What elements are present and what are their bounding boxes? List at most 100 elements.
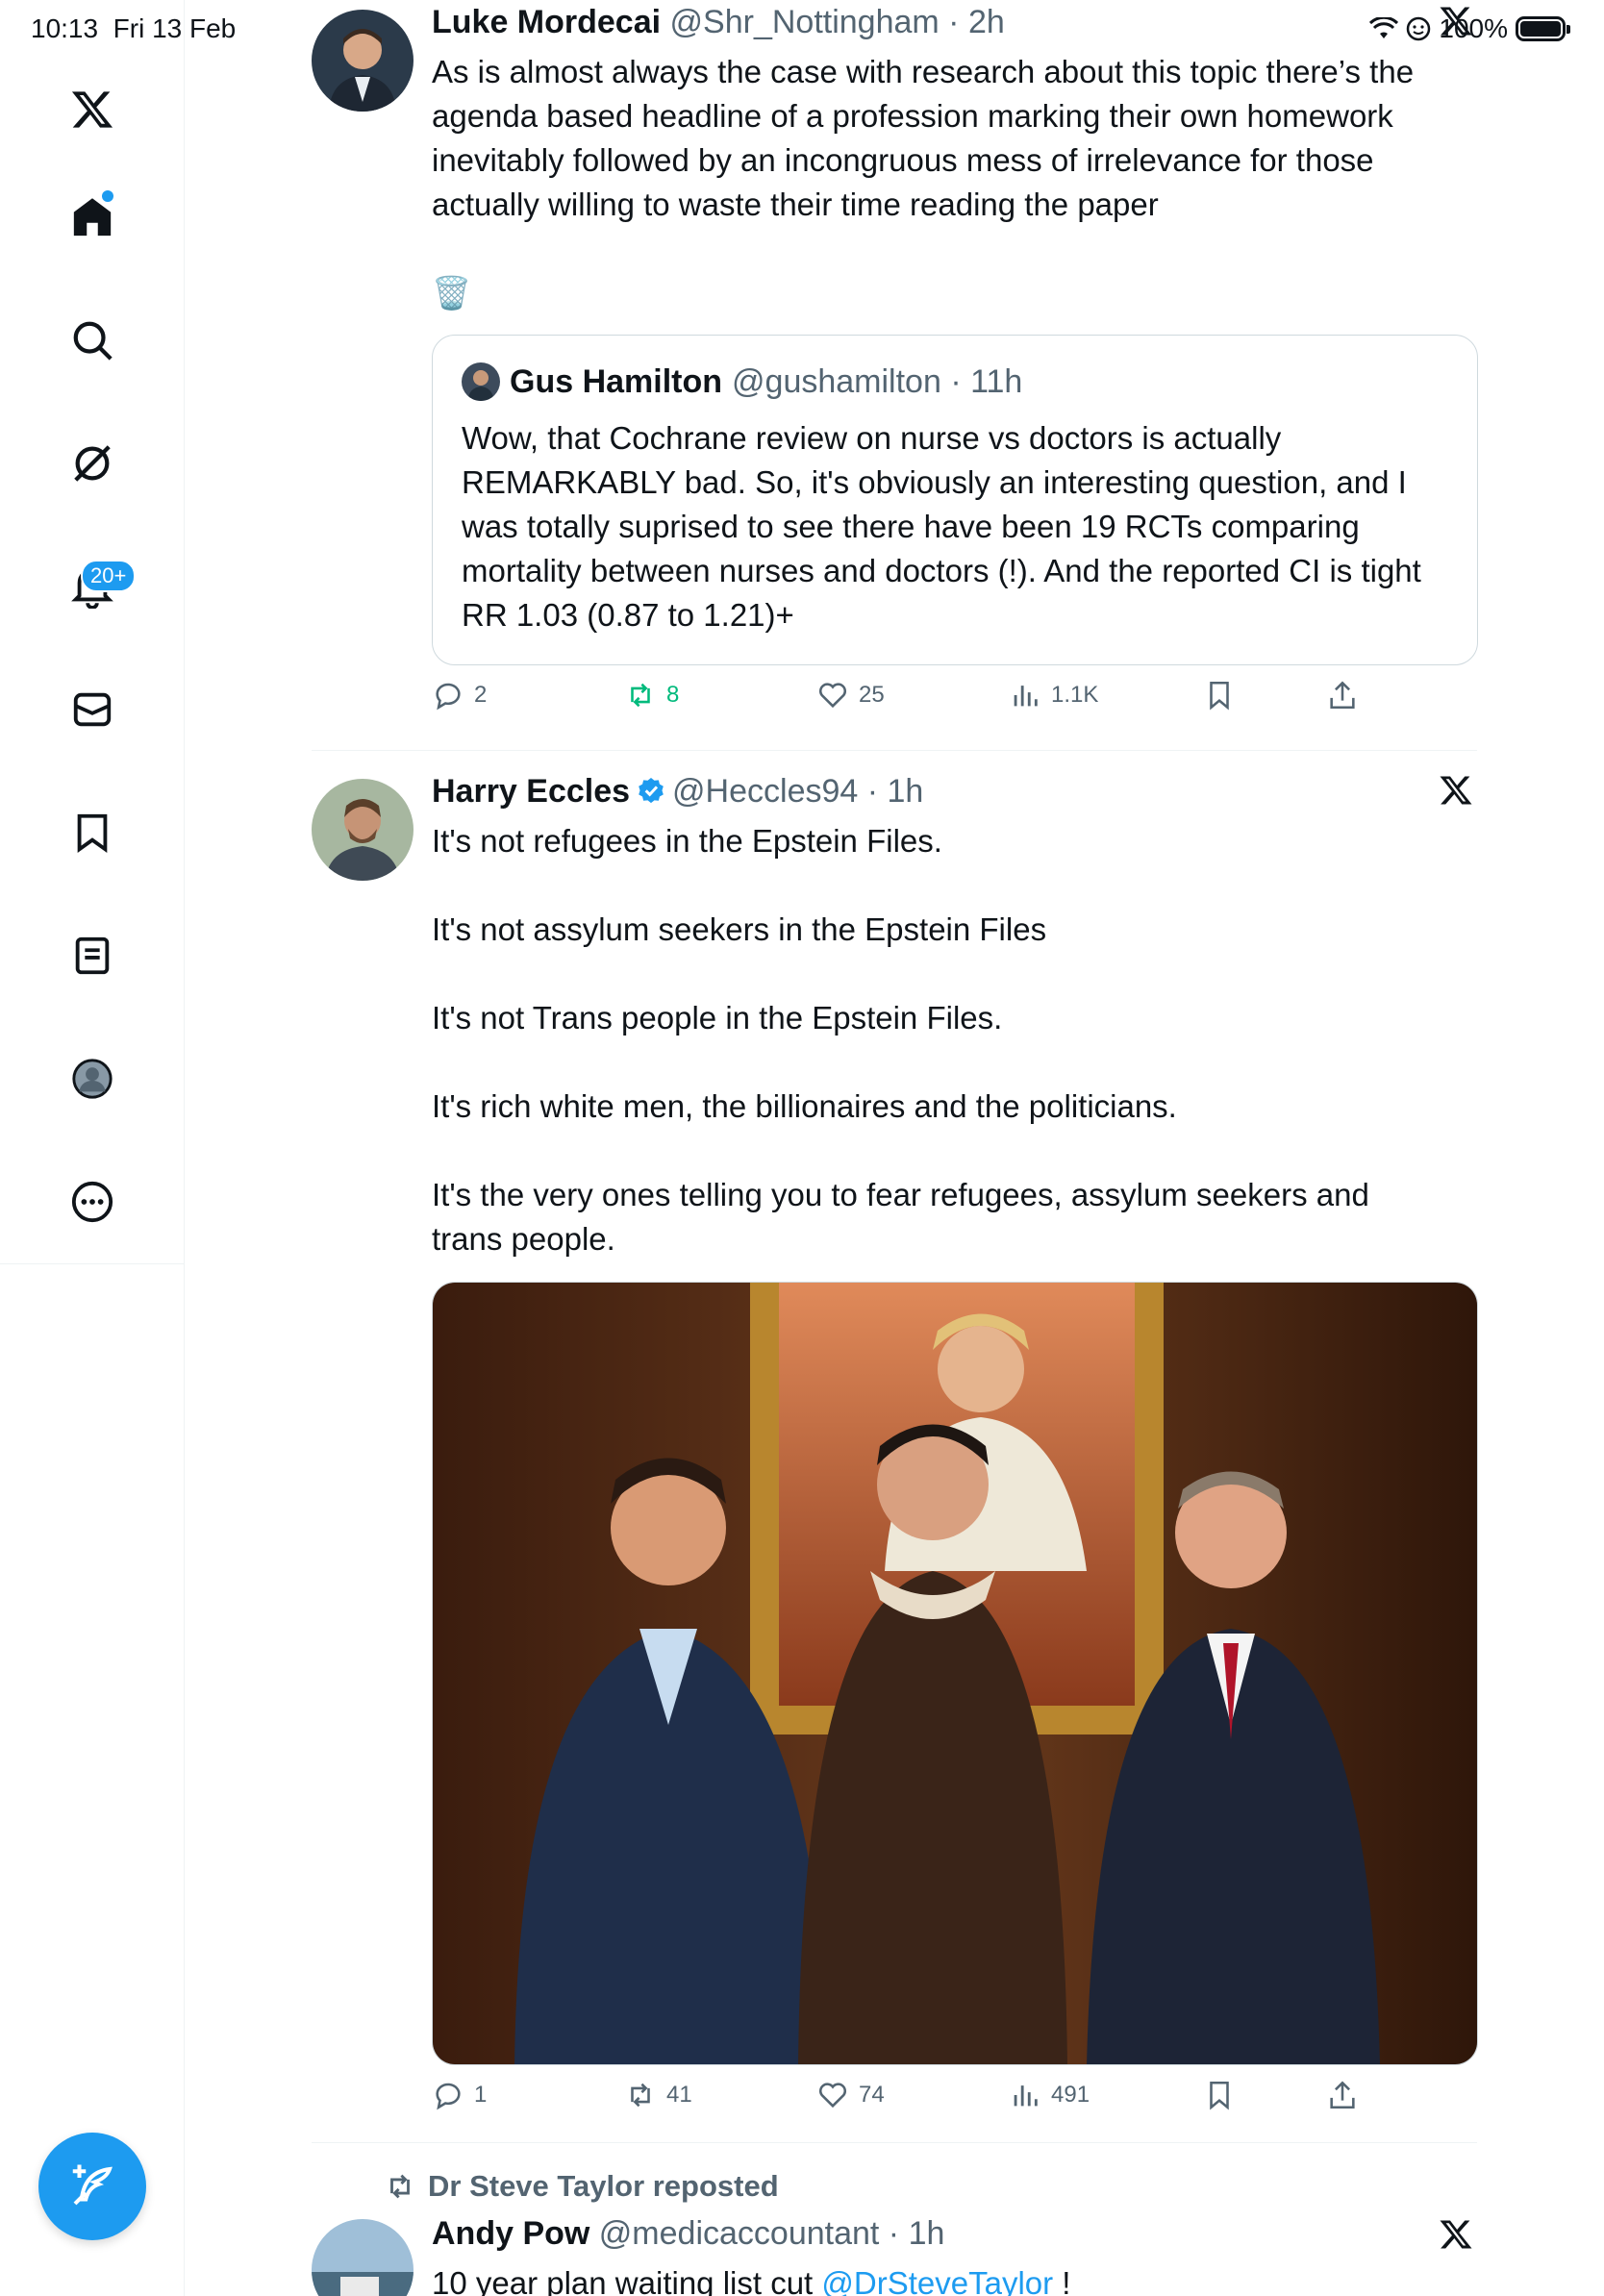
profile-icon	[72, 1059, 113, 1099]
repost-count: 8	[666, 682, 680, 708]
repost-icon	[631, 2083, 650, 2108]
tweet-text-start: 10 year plan waiting list cut	[432, 2265, 822, 2296]
sidebar-item-more[interactable]	[62, 1171, 123, 1233]
quote-text: Wow, that Cochrane review on nurse vs do…	[462, 420, 1421, 633]
compose-button[interactable]	[38, 2133, 146, 2240]
tweet-header: Luke Mordecai @Shr_Nottingham · 2h	[432, 4, 1005, 41]
tweet-header: Harry Eccles @Heccles94 · 1h	[432, 773, 923, 811]
quote-author-name: Gus Hamilton	[510, 362, 723, 400]
author-meta: @medicaccountant · 1h	[598, 2215, 945, 2252]
mention-link[interactable]: @DrSteveTaylor	[821, 2265, 1053, 2296]
tweet-paragraph: It's not assylum seekers in the Epstein …	[432, 911, 1047, 947]
sidebar-item-bookmarks[interactable]	[62, 802, 123, 863]
share-button[interactable]	[1326, 679, 1359, 711]
tweet-paragraph: As is almost always the case with resear…	[432, 54, 1415, 222]
sidebar-item-lists[interactable]	[62, 925, 123, 986]
author-meta: @Shr_Nottingham · 2h	[669, 4, 1005, 40]
reply-button[interactable]: 1	[432, 2079, 487, 2111]
author-meta: @Heccles94 · 1h	[672, 773, 924, 810]
sidebar-item-explore[interactable]	[62, 310, 123, 371]
tweet-text-end: !	[1053, 2265, 1071, 2296]
heart-icon	[818, 683, 847, 709]
views-icon	[1014, 686, 1038, 707]
more-icon	[71, 1181, 113, 1223]
grok-icon	[74, 445, 111, 482]
views-button[interactable]: 491	[1009, 2079, 1090, 2111]
tweet-paragraph: It's not refugees in the Epstein Files.	[432, 823, 942, 859]
reply-button[interactable]: 2	[432, 679, 487, 711]
heart-icon	[818, 2083, 847, 2109]
tweet-paragraph: It's not Trans people in the Epstein Fil…	[432, 1000, 1003, 1036]
wifi-icon	[1369, 17, 1399, 38]
sidebar-item-profile[interactable]	[62, 1048, 123, 1110]
verified-badge-icon	[639, 778, 664, 804]
tweet-actions: 1 41 74 491	[432, 2079, 1384, 2127]
reply-count: 2	[474, 682, 488, 708]
notifications-badge: 20+	[81, 560, 137, 592]
sidebar-item-messages[interactable]	[62, 679, 123, 740]
repost-button[interactable]: 8	[624, 679, 679, 711]
trash-emoji: 🗑️	[432, 275, 472, 311]
quote-header: Gus Hamilton @gushamilton · 11h	[462, 362, 1022, 401]
repost-icon	[631, 683, 650, 708]
share-icon	[1330, 2081, 1355, 2109]
like-count: 74	[859, 2082, 885, 2108]
tweet-paragraph: It's the very ones telling you to fear r…	[432, 1177, 1369, 1257]
tweet-text: It's not refugees in the Epstein Files. …	[432, 819, 1480, 1261]
avatar[interactable]	[312, 10, 414, 112]
quote-avatar	[462, 362, 500, 401]
tweet-divider	[312, 750, 1477, 751]
tweet-header: Andy Pow @medicaccountant · 1h	[432, 2215, 944, 2253]
sidebar: 20+	[0, 0, 185, 2296]
face-icon	[1407, 16, 1431, 41]
reply-icon	[436, 683, 461, 711]
grok-x-icon[interactable]	[1439, 2217, 1477, 2256]
repost-indicator: Dr Steve Taylor reposted	[384, 2169, 779, 2204]
quote-tweet[interactable]: Gus Hamilton @gushamilton · 11h Wow, tha…	[432, 335, 1478, 665]
like-count: 25	[859, 682, 885, 708]
home-unread-dot	[102, 190, 113, 202]
author-name[interactable]: Luke Mordecai	[432, 4, 661, 40]
quote-author-meta: @gushamilton · 11h	[732, 362, 1023, 400]
feather-plus-icon	[72, 2164, 113, 2206]
views-count: 491	[1051, 2082, 1090, 2108]
views-button[interactable]: 1.1K	[1009, 679, 1098, 711]
mail-icon	[73, 692, 112, 727]
tweet-text: 10 year plan waiting list cut @DrSteveTa…	[432, 2261, 1480, 2296]
sidebar-divider	[0, 1263, 185, 1264]
share-button[interactable]	[1326, 2079, 1359, 2111]
battery-icon	[1516, 16, 1570, 41]
avatar[interactable]	[312, 2219, 414, 2296]
views-count: 1.1K	[1051, 682, 1099, 708]
views-icon	[1014, 2085, 1038, 2107]
repost-count: 41	[666, 2082, 692, 2108]
grok-x-icon[interactable]	[1439, 773, 1477, 811]
like-button[interactable]: 25	[816, 679, 885, 711]
x-logo-icon[interactable]	[62, 79, 123, 140]
reply-count: 1	[474, 2082, 488, 2108]
bookmark-icon	[1210, 2081, 1229, 2110]
sidebar-item-grok[interactable]	[62, 433, 123, 494]
avatar[interactable]	[312, 779, 414, 881]
repost-label[interactable]: Dr Steve Taylor reposted	[428, 2169, 779, 2204]
repost-icon	[390, 2174, 410, 2199]
author-name[interactable]: Harry Eccles	[432, 773, 630, 810]
tweet-divider	[312, 2142, 1477, 2143]
tweet-image[interactable]	[432, 1282, 1478, 2065]
like-button[interactable]: 74	[816, 2079, 885, 2111]
tweet-text: As is almost always the case with resear…	[432, 50, 1480, 315]
tweet-paragraph: It's rich white men, the billionaires an…	[432, 1088, 1177, 1124]
sidebar-item-home[interactable]	[62, 187, 123, 248]
share-icon	[1330, 681, 1355, 710]
search-icon	[73, 321, 113, 361]
reply-icon	[436, 2083, 461, 2110]
tweet-actions: 2 8 25 1.1K	[432, 679, 1384, 727]
author-name[interactable]: Andy Pow	[432, 2215, 589, 2252]
bookmark-button[interactable]	[1203, 2079, 1236, 2111]
repost-button[interactable]: 41	[624, 2079, 692, 2111]
bookmark-button[interactable]	[1203, 679, 1236, 711]
dismiss-x-icon[interactable]	[1439, 4, 1477, 42]
list-icon	[75, 936, 110, 975]
bookmark-icon	[1210, 681, 1229, 711]
bookmark-icon	[77, 813, 108, 853]
